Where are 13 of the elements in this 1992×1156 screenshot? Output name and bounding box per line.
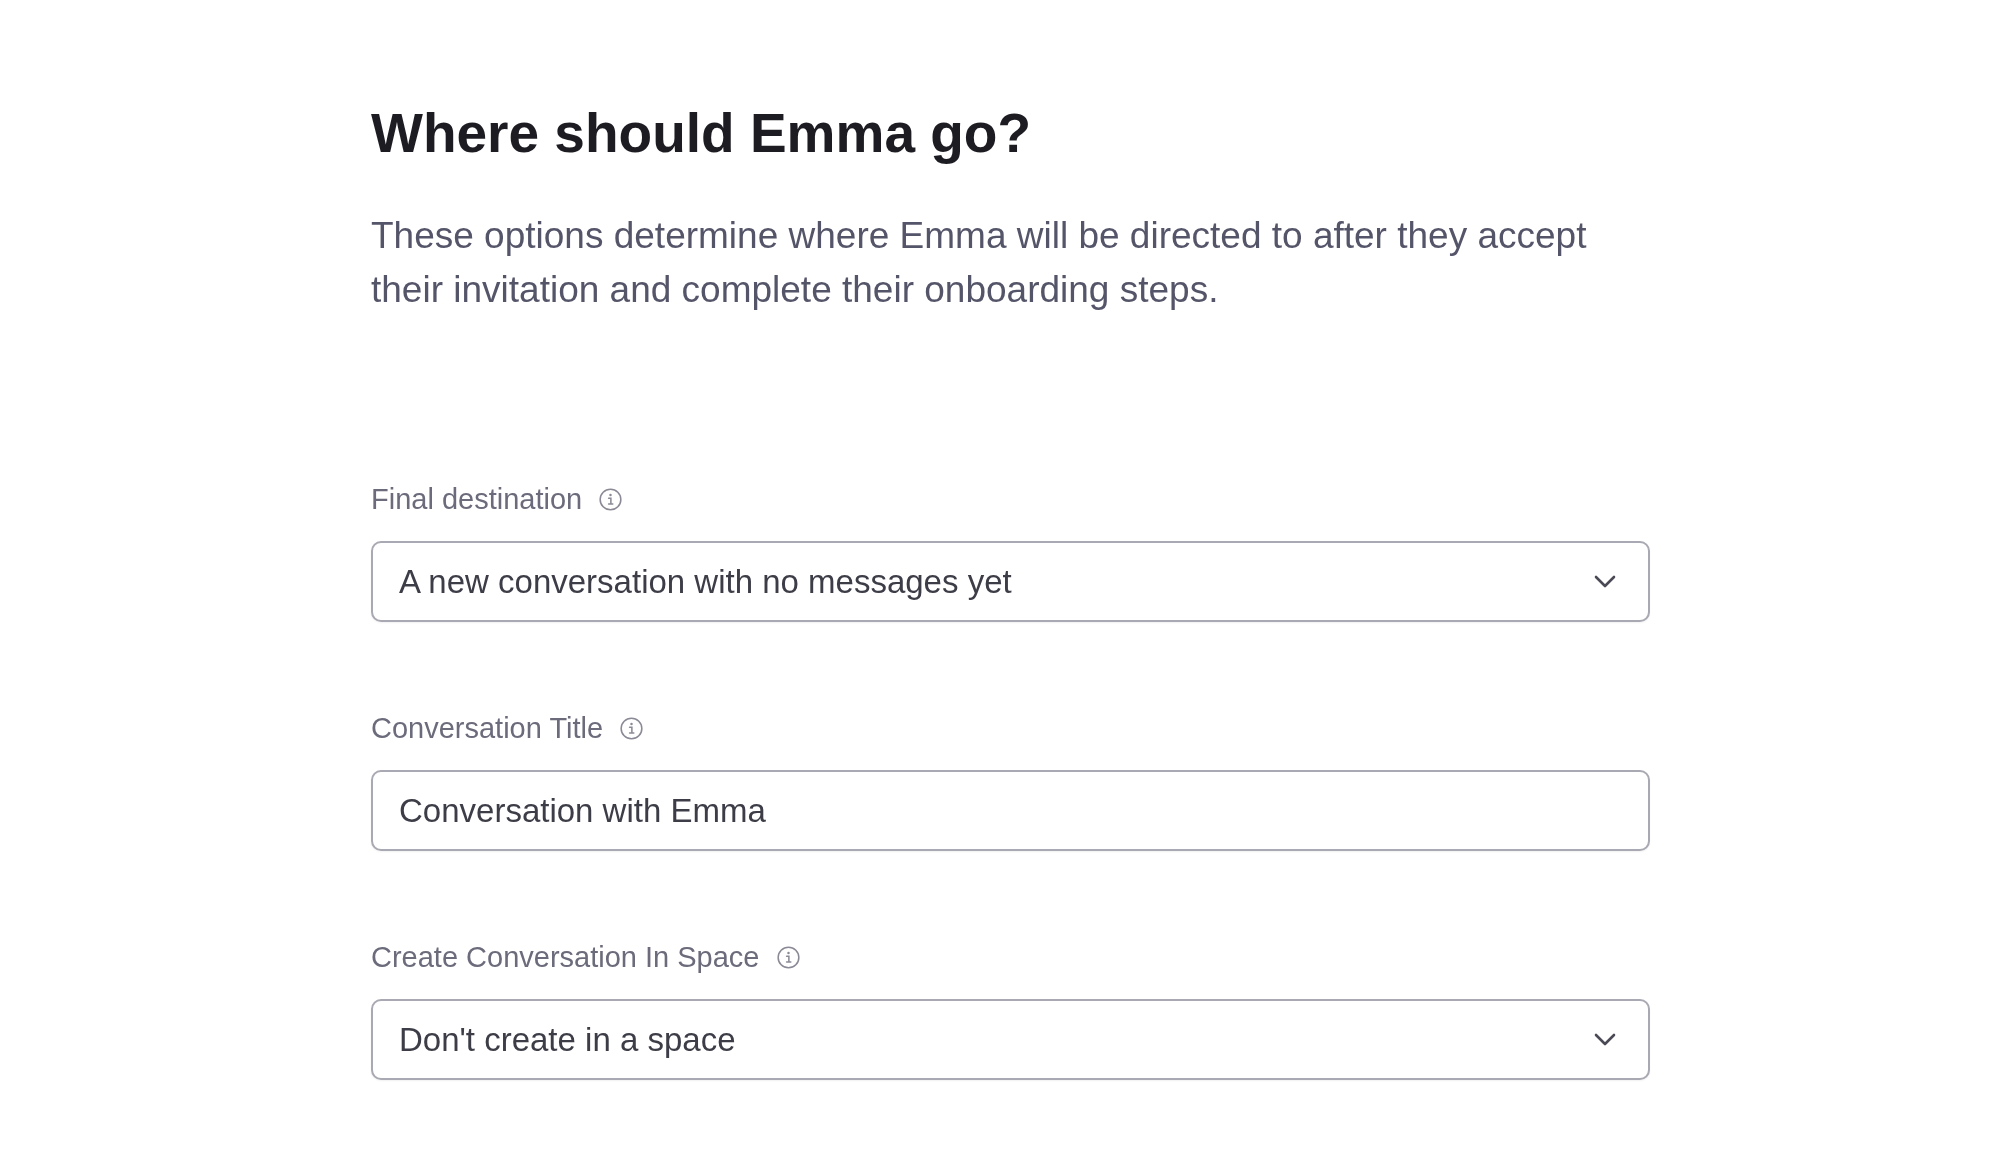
info-icon[interactable] bbox=[620, 716, 644, 740]
description-text: These options determine where Emma will be directed to after they accept their invitation and complete their onboarding steps. bbox=[371, 214, 1588, 312]
chevron-down-icon bbox=[1594, 1033, 1616, 1046]
chevron-down-icon bbox=[1594, 575, 1616, 588]
dropdown[interactable]: Don't create in a space bbox=[371, 999, 1650, 1080]
field-label: Create Conversation In Space bbox=[371, 941, 760, 973]
info-icon[interactable] bbox=[776, 945, 800, 969]
field-label: Final destination bbox=[371, 483, 583, 515]
field-label: Conversation Title bbox=[371, 712, 604, 744]
page-heading: Where should Emma go? bbox=[371, 101, 1033, 166]
text-field[interactable]: Conversation with Emma bbox=[371, 770, 1650, 851]
info-icon[interactable] bbox=[599, 487, 623, 511]
dropdown[interactable]: A new conversation with no messages yet bbox=[371, 541, 1650, 622]
